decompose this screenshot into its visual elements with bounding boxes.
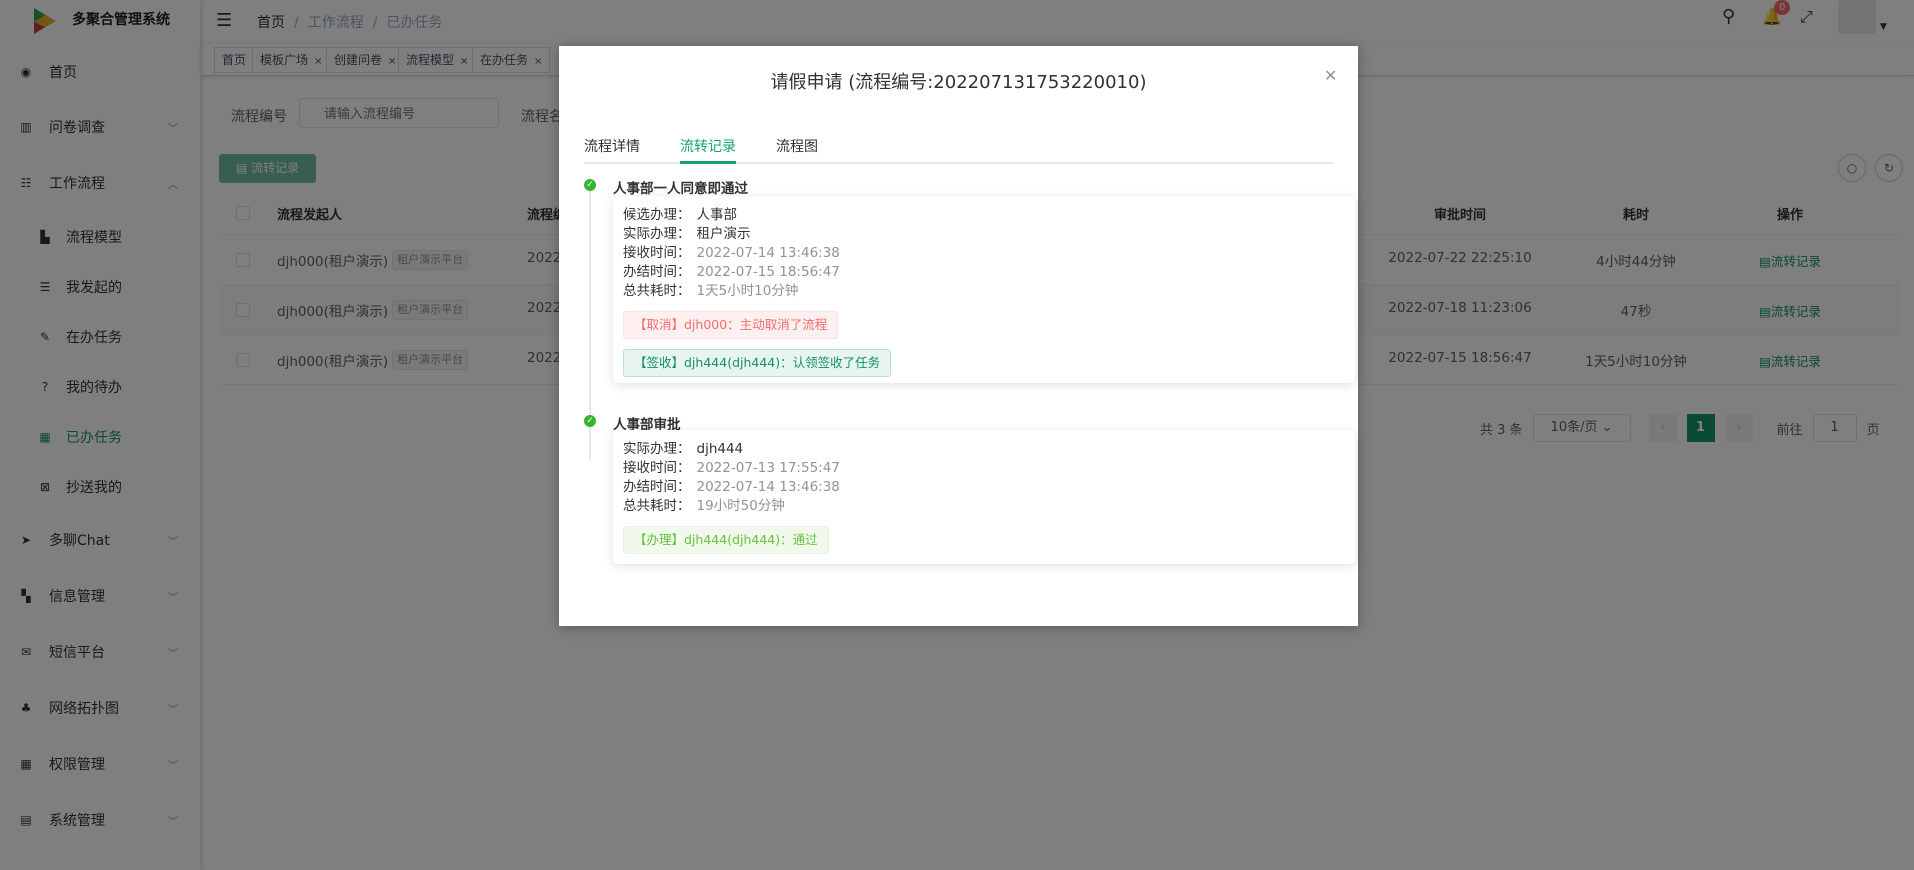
field-label: 实际办理： — [623, 441, 691, 457]
field-label: 接收时间： — [623, 245, 691, 261]
field-label: 接收时间： — [623, 460, 691, 476]
field-label: 实际办理： — [623, 226, 691, 242]
comment-row: 【签收】djh444(djh444)：认领签收了任务 — [623, 339, 1345, 377]
field-value: 2022-07-15 18:56:47 — [696, 264, 840, 280]
field-value: djh444 — [696, 441, 744, 457]
field-value: 2022-07-13 17:55:47 — [696, 460, 840, 476]
field-label: 总共耗时： — [623, 498, 691, 514]
field-row: 候选办理： 人事部 — [623, 206, 1345, 225]
field-label: 总共耗时： — [623, 283, 691, 299]
field-row: 办结时间： 2022-07-15 18:56:47 — [623, 263, 1345, 282]
field-row: 实际办理： djh444 — [623, 440, 1345, 459]
field-row: 办结时间： 2022-07-14 13:46:38 — [623, 478, 1345, 497]
check-circle-icon: ✓ — [584, 179, 596, 191]
field-value: 19小时50分钟 — [696, 498, 785, 514]
flow-record-dialog: 请假申请 (流程编号:202207131753220010) ✕ 流程详情 流转… — [559, 46, 1358, 626]
dialog-title: 请假申请 (流程编号:202207131753220010) — [770, 72, 1147, 93]
tab-process-detail[interactable]: 流程详情 — [584, 136, 640, 156]
comment-success: 【办理】djh444(djh444)：通过 — [623, 526, 829, 554]
field-value: 2022-07-14 13:46:38 — [696, 245, 840, 261]
comment-danger: 【取消】djh000：主动取消了流程 — [623, 311, 839, 339]
check-circle-icon: ✓ — [584, 415, 596, 427]
field-value: 1天5小时10分钟 — [696, 283, 799, 299]
field-row: 总共耗时： 1天5小时10分钟 — [623, 282, 1345, 301]
timeline-card: 实际办理： djh444 接收时间： 2022-07-13 17:55:47 办结时间：… — [613, 430, 1355, 564]
active-tab-indicator — [680, 161, 736, 164]
timeline-node-title: 人事部一人同意即通过 — [613, 181, 748, 197]
field-value: 租户演示 — [696, 226, 751, 242]
field-value: 人事部 — [696, 207, 738, 223]
field-row: 接收时间： 2022-07-14 13:46:38 — [623, 244, 1345, 263]
tab-flow-record[interactable]: 流转记录 — [680, 136, 736, 156]
comment-primary: 【签收】djh444(djh444)：认领签收了任务 — [623, 349, 892, 377]
field-value: 2022-07-14 13:46:38 — [696, 479, 840, 495]
field-row: 实际办理： 租户演示 — [623, 225, 1345, 244]
comment-row: 【办理】djh444(djh444)：通过 — [623, 516, 1345, 554]
field-label: 候选办理： — [623, 207, 691, 223]
tab-flow-chart[interactable]: 流程图 — [776, 136, 818, 156]
field-row: 总共耗时： 19小时50分钟 — [623, 497, 1345, 516]
field-label: 办结时间： — [623, 264, 691, 280]
timeline-card: 候选办理： 人事部 实际办理： 租户演示 接收时间： 2022-07-14 13:46:3… — [613, 196, 1355, 383]
close-icon[interactable]: ✕ — [1324, 66, 1337, 85]
field-row: 接收时间： 2022-07-13 17:55:47 — [623, 459, 1345, 478]
comment-row: 【取消】djh000：主动取消了流程 — [623, 301, 1345, 339]
field-label: 办结时间： — [623, 479, 691, 495]
